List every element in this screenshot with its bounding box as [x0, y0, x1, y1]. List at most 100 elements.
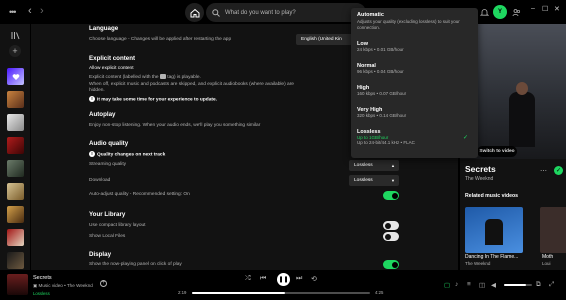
compact-layout-toggle[interactable]: [383, 221, 399, 230]
maximize-icon[interactable]: ☐: [542, 5, 548, 13]
related-card-title[interactable]: Dancing In The Flame...: [465, 254, 518, 260]
related-videos-heading: Related music videos: [465, 193, 519, 199]
selected-check-icon: ✓: [462, 135, 468, 141]
now-playing-cover[interactable]: [7, 274, 28, 295]
streaming-quality-label: Streaming quality: [89, 162, 127, 167]
quality-option-high[interactable]: High 160 kbps • 0.07 GB/hour: [355, 85, 474, 97]
now-playing-toggle[interactable]: [383, 260, 399, 269]
quality-option-low[interactable]: Low 24 kbps • 0.01 GB/hour: [355, 41, 474, 53]
quality-option-normal[interactable]: Normal 96 kbps • 0.04 GB/hour: [355, 63, 474, 75]
audio-quality-heading: Audio quality: [89, 140, 129, 147]
close-icon[interactable]: ✕: [554, 5, 560, 13]
library-item[interactable]: [7, 137, 24, 154]
download-label: Download: [89, 178, 111, 183]
now-playing-view-icon[interactable]: ▢: [444, 281, 450, 289]
library-item[interactable]: [7, 91, 24, 108]
library-item[interactable]: [7, 252, 24, 269]
video-icon: ▣: [33, 283, 38, 288]
panel-track-title[interactable]: Secrets: [465, 164, 496, 174]
language-select[interactable]: English (United Kin: [296, 34, 356, 45]
saved-check-icon[interactable]: ✓: [554, 166, 563, 175]
create-playlist-button[interactable]: +: [9, 45, 21, 57]
quality-change-note: ! Quality changes on next track: [89, 151, 165, 157]
chevron-up-icon: ▲: [391, 163, 395, 168]
search-icon: [212, 8, 220, 17]
quality-option-lossless[interactable]: Lossless Up to 1GB/hour Up to 24-bit/44.…: [355, 129, 474, 146]
explicit-desc-line1: Explicit content (labelled with the tag)…: [89, 74, 201, 80]
avatar[interactable]: Y: [493, 5, 507, 19]
language-heading: Language: [89, 25, 119, 32]
explicit-heading: Explicit content: [89, 55, 136, 62]
switch-to-video-button[interactable]: Switch to video: [477, 146, 517, 157]
library-item[interactable]: [7, 229, 24, 246]
search-input[interactable]: What do you want to play?: [206, 3, 366, 22]
add-to-library-icon[interactable]: +: [100, 280, 107, 287]
auto-adjust-label: Auto-adjust quality - Recommended settin…: [89, 192, 190, 197]
home-button[interactable]: [185, 3, 204, 22]
autoplay-desc: Enjoy non-stop listening. When your audi…: [89, 123, 261, 128]
related-video-card[interactable]: [465, 207, 523, 253]
shuffle-icon[interactable]: ⤮: [245, 275, 251, 283]
download-quality-select[interactable]: Lossless ▼: [349, 175, 399, 186]
library-item[interactable]: [7, 114, 24, 131]
next-icon[interactable]: ⏭: [296, 275, 302, 283]
streaming-quality-select[interactable]: Lossless ▲: [349, 160, 399, 171]
mini-player-icon[interactable]: ⧉: [536, 281, 541, 289]
connect-device-icon[interactable]: ◫: [479, 281, 485, 289]
quality-dropdown-menu: Automatic Adjusts your quality (excludin…: [351, 8, 478, 158]
library-item[interactable]: [7, 206, 24, 223]
library-item[interactable]: [7, 183, 24, 200]
pause-button[interactable]: ❚❚: [277, 273, 290, 286]
library-heading: Your Library: [89, 211, 126, 218]
explicit-allow-label: Allow explicit content: [89, 66, 134, 71]
more-options-icon[interactable]: ⋯: [540, 167, 547, 175]
menu-dots-icon[interactable]: •••: [9, 8, 17, 17]
local-files-label: Show Local Files: [89, 234, 126, 239]
chevron-down-icon: ▼: [391, 178, 395, 183]
back-arrow-icon[interactable]: ‹: [28, 5, 32, 17]
panel-track-artist[interactable]: The Weeknd: [465, 176, 493, 182]
liked-songs-thumb[interactable]: [7, 68, 24, 85]
download-quality-value: Lossless: [354, 178, 373, 183]
player-bar: Secrets ▣ Music video • The Weeknd + Los…: [0, 270, 566, 300]
bell-icon[interactable]: [478, 6, 490, 18]
library-item[interactable]: [7, 160, 24, 177]
now-playing-subtitle[interactable]: ▣ Music video • The Weeknd: [33, 283, 93, 289]
top-bar: ••• ‹ › What do you want to play? Y – ☐ …: [0, 0, 566, 24]
related-card-artist[interactable]: Loui: [542, 261, 551, 266]
now-playing-label: Show the now-playing panel on click of p…: [89, 262, 182, 267]
local-files-toggle[interactable]: [383, 232, 399, 241]
home-icon: [190, 8, 199, 17]
explicit-note: ! It may take some time for your experien…: [89, 96, 217, 102]
repeat-icon[interactable]: ⟲: [311, 275, 317, 283]
now-playing-title[interactable]: Secrets: [33, 275, 52, 281]
mic-icon[interactable]: ♪: [455, 281, 458, 288]
progress-fill: [192, 292, 285, 294]
previous-icon[interactable]: ⏮: [260, 275, 266, 283]
language-desc: Choose language - Changes will be applie…: [89, 37, 232, 42]
elapsed-time: 2:19: [178, 290, 187, 295]
volume-fill: [504, 284, 527, 286]
fullscreen-icon[interactable]: ⤢: [549, 281, 554, 289]
queue-icon[interactable]: ≡: [467, 281, 471, 288]
volume-icon[interactable]: ◀: [491, 281, 496, 289]
library-icon[interactable]: [11, 31, 20, 42]
info-icon: !: [89, 96, 95, 102]
forward-arrow-icon[interactable]: ›: [40, 5, 44, 17]
auto-adjust-toggle[interactable]: [383, 191, 399, 200]
display-heading: Display: [89, 251, 112, 258]
duration-time: 4:25: [375, 290, 384, 295]
compact-layout-label: Use compact library layout: [89, 223, 146, 228]
related-video-card[interactable]: [540, 207, 566, 253]
streaming-quality-value: Lossless: [354, 163, 373, 168]
volume-slider[interactable]: [504, 284, 532, 286]
friends-icon[interactable]: [510, 6, 522, 18]
related-card-artist[interactable]: The Weeknd: [465, 261, 490, 266]
explicit-tag-icon: [159, 74, 166, 79]
quality-option-automatic[interactable]: Automatic Adjusts your quality (excludin…: [355, 12, 474, 31]
lossless-badge: Lossless: [33, 291, 50, 296]
related-card-title[interactable]: Moth: [542, 254, 553, 260]
quality-option-very-high[interactable]: Very High 320 kbps • 0.14 GB/hour: [355, 107, 474, 119]
minimize-icon[interactable]: –: [531, 5, 535, 12]
progress-bar[interactable]: [192, 292, 370, 294]
